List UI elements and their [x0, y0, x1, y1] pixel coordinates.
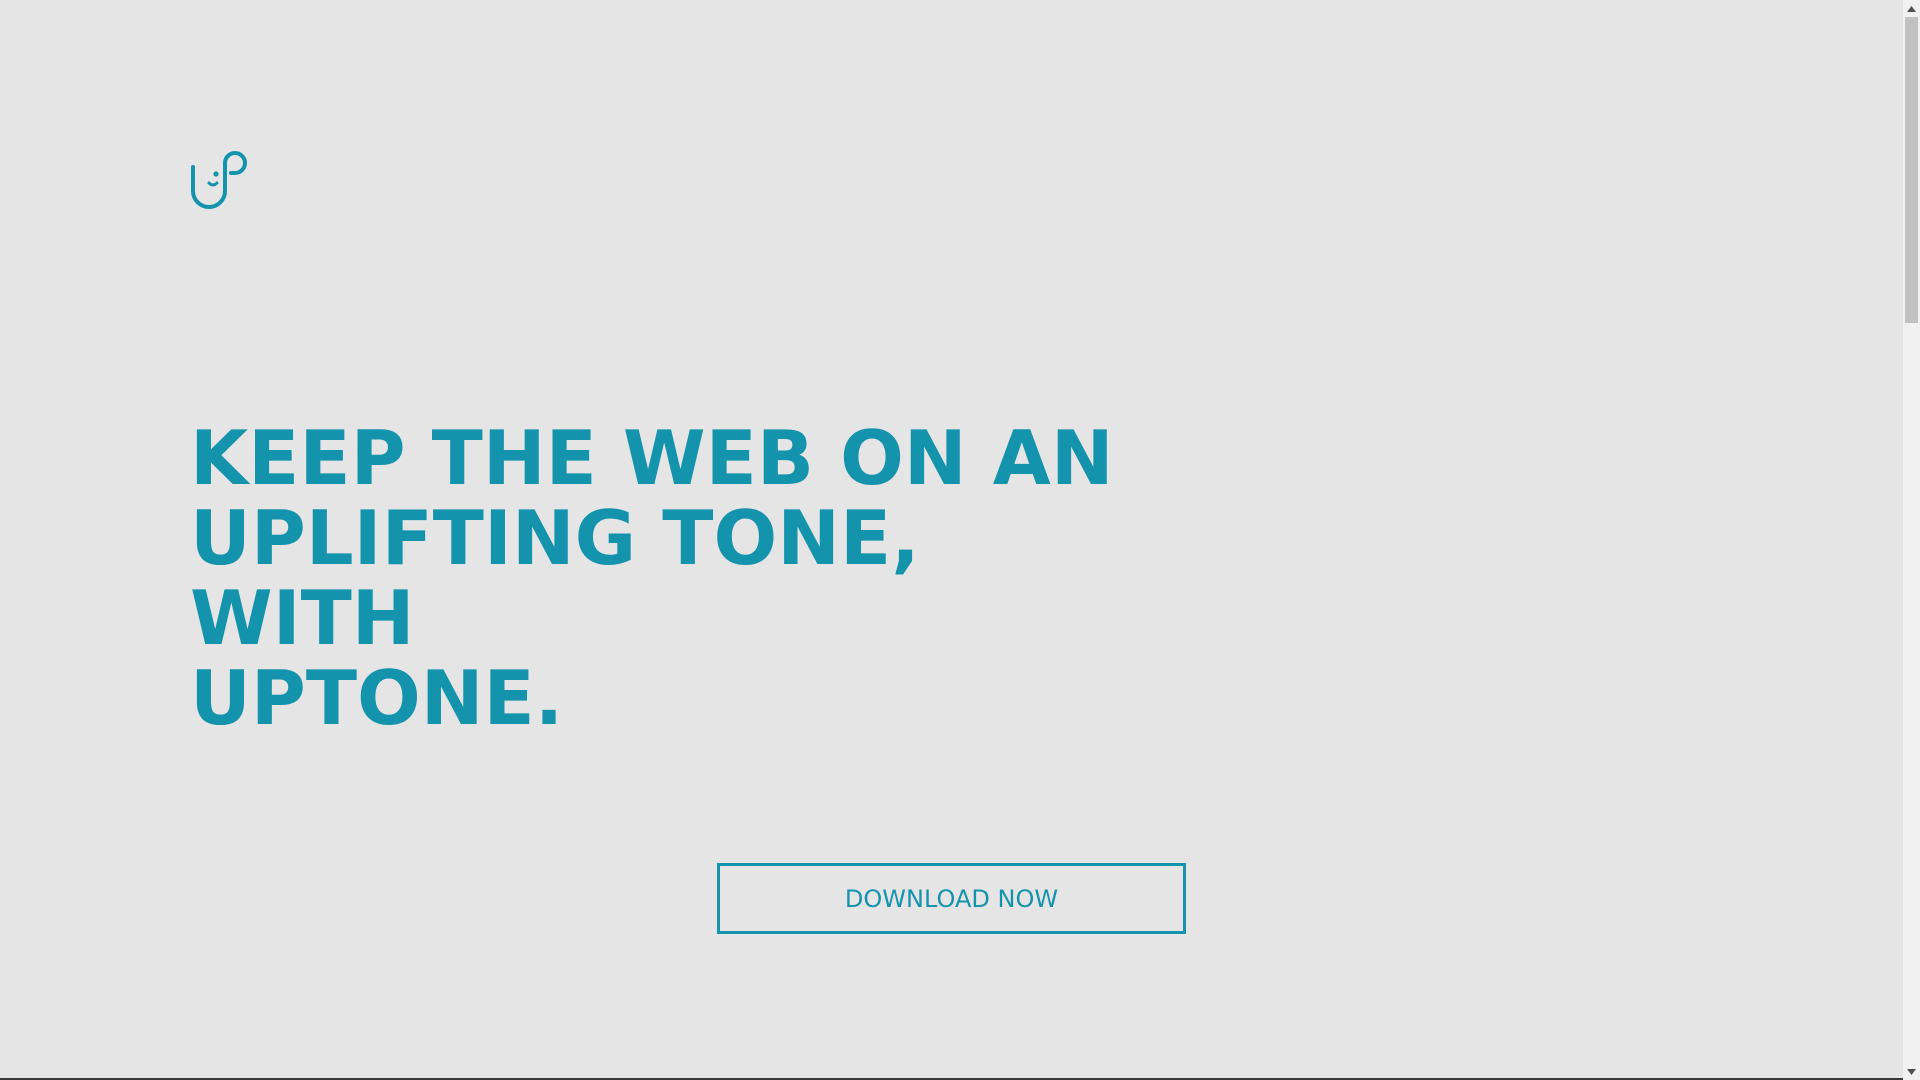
- landing-page: KEEP THE WEB ON AN UPLIFTING TONE, WITH …: [0, 0, 1903, 1080]
- scrollbar-thumb[interactable]: [1905, 17, 1918, 323]
- uptone-logo-svg: [191, 151, 247, 209]
- scroll-down-arrow-icon[interactable]: [1903, 1063, 1920, 1080]
- scroll-up-arrow-icon[interactable]: [1903, 0, 1920, 17]
- headline-line-3: UPTONE.: [190, 654, 564, 742]
- vertical-scrollbar[interactable]: [1903, 0, 1920, 1080]
- headline-line-2: UPLIFTING TONE, WITH: [190, 494, 920, 662]
- headline-line-1: KEEP THE WEB ON AN: [190, 414, 1114, 502]
- download-now-button[interactable]: DOWNLOAD NOW: [717, 863, 1186, 934]
- uptone-logo-icon[interactable]: [189, 141, 259, 211]
- hero-headline: KEEP THE WEB ON AN UPLIFTING TONE, WITH …: [190, 418, 1150, 738]
